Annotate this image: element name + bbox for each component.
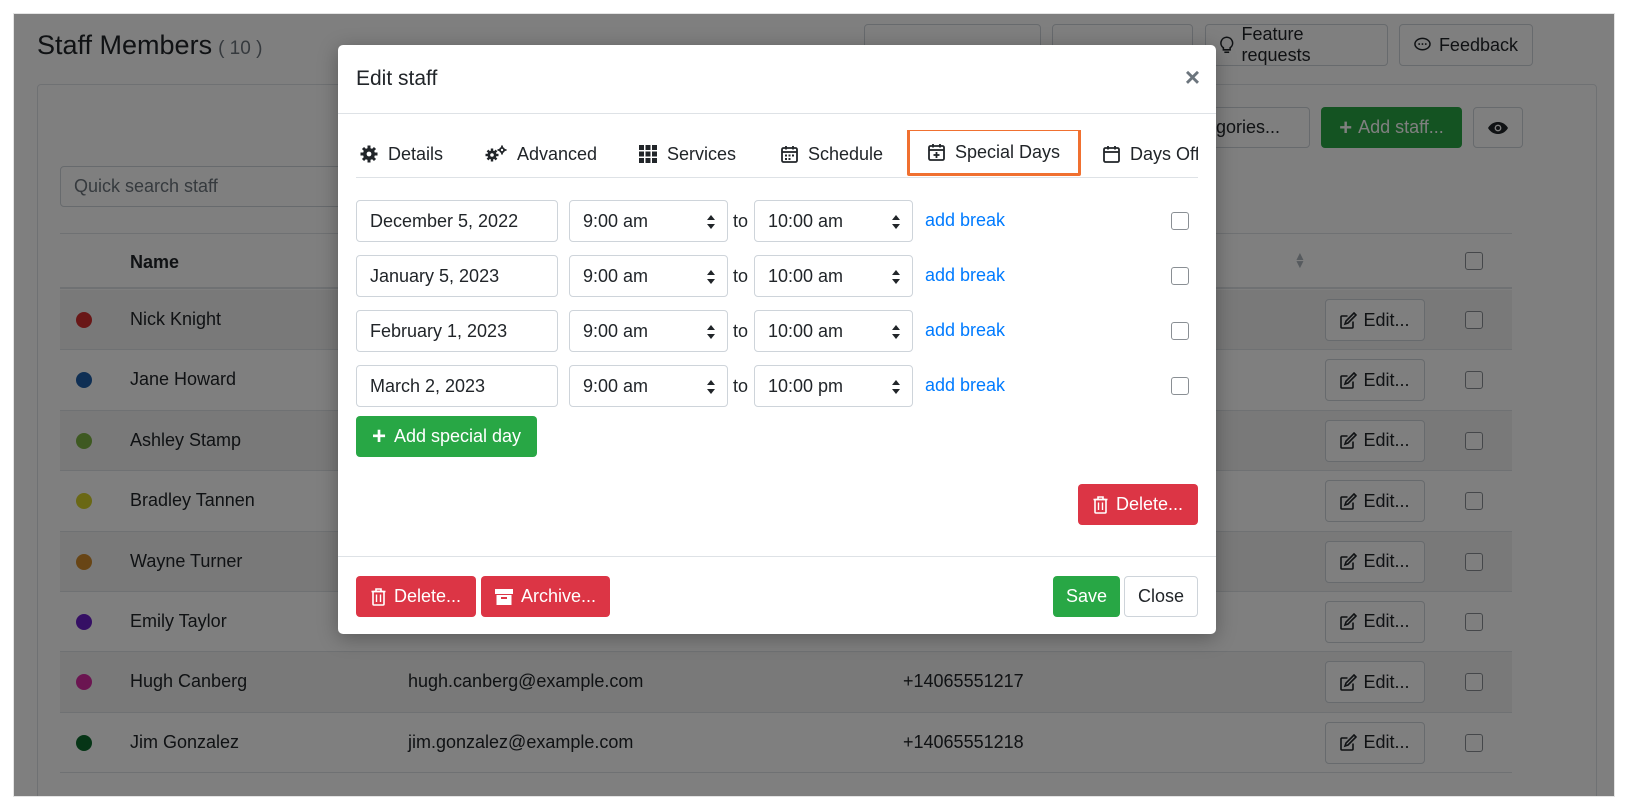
tab-days-off-label: Days Off xyxy=(1130,143,1198,164)
special-day-date-input[interactable]: March 2, 2023 xyxy=(356,365,558,407)
add-break-link[interactable]: add break xyxy=(925,210,1005,231)
special-day-checkbox[interactable] xyxy=(1171,267,1189,285)
end-time-select[interactable]: 10:00 am xyxy=(754,200,913,242)
end-time-value: 10:00 am xyxy=(768,320,844,341)
start-time-select[interactable]: 9:00 am xyxy=(569,365,728,407)
end-time-select[interactable]: 10:00 am xyxy=(754,310,913,352)
edit-staff-modal: Edit staff × Details Advanced Services S… xyxy=(338,45,1216,634)
delete-selected-label: Delete... xyxy=(1115,494,1184,514)
special-day-date-input[interactable]: February 1, 2023 xyxy=(356,310,558,352)
to-label: to xyxy=(733,376,749,396)
special-day-checkbox[interactable] xyxy=(1171,377,1189,395)
start-time-select[interactable]: 9:00 am xyxy=(569,255,728,297)
date-value: March 2, 2023 xyxy=(370,375,486,396)
tab-advanced-label: Advanced xyxy=(517,143,598,164)
end-time-value: 10:00 pm xyxy=(768,375,844,396)
grid-icon xyxy=(639,145,657,163)
start-time-value: 9:00 am xyxy=(583,210,649,231)
start-time-value: 9:00 am xyxy=(583,320,649,341)
add-special-day-label: Add special day xyxy=(393,426,522,446)
date-value: January 5, 2023 xyxy=(370,265,500,286)
special-day-row: February 1, 2023 9:00 am to 10:00 am add bre… xyxy=(356,310,1198,352)
archive-icon xyxy=(494,588,513,605)
save-button[interactable]: Save xyxy=(1053,576,1120,617)
gears-icon xyxy=(485,145,507,162)
calendar-plus-icon xyxy=(928,144,945,161)
to-label: to xyxy=(733,321,749,341)
delete-staff-button[interactable]: Delete... xyxy=(356,576,476,617)
select-caret-icon xyxy=(892,270,900,284)
tab-advanced[interactable]: Advanced xyxy=(485,130,597,178)
add-break-link[interactable]: add break xyxy=(925,265,1005,286)
special-day-date-input[interactable]: January 5, 2023 xyxy=(356,255,558,297)
special-day-checkbox[interactable] xyxy=(1171,212,1189,230)
delete-selected-days-button[interactable]: Delete... xyxy=(1078,484,1198,525)
add-break-link[interactable]: add break xyxy=(925,320,1005,341)
special-day-row: January 5, 2023 9:00 am to 10:00 am add brea… xyxy=(356,255,1198,297)
select-caret-icon xyxy=(707,325,715,339)
date-value: February 1, 2023 xyxy=(370,320,508,341)
calendar-icon xyxy=(781,146,798,163)
modal-title: Edit staff xyxy=(356,67,438,90)
start-time-value: 9:00 am xyxy=(583,265,649,286)
select-caret-icon xyxy=(707,270,715,284)
select-caret-icon xyxy=(707,380,715,394)
start-time-select[interactable]: 9:00 am xyxy=(569,310,728,352)
delete-staff-label: Delete... xyxy=(393,586,462,606)
special-day-checkbox[interactable] xyxy=(1171,322,1189,340)
select-caret-icon xyxy=(892,380,900,394)
add-special-day-button[interactable]: + Add special day xyxy=(356,416,537,457)
plus-icon: + xyxy=(371,422,386,450)
calendar-icon xyxy=(1103,146,1120,163)
end-time-value: 10:00 am xyxy=(768,265,844,286)
close-button[interactable]: Close xyxy=(1124,576,1198,617)
tab-schedule-label: Schedule xyxy=(808,143,884,164)
trash-icon xyxy=(371,587,386,606)
tab-details-label: Details xyxy=(388,143,444,164)
gear-icon xyxy=(360,145,378,163)
app-window: Staff Members( 10 ) Feature requests Fee… xyxy=(14,14,1614,796)
tab-details[interactable]: Details xyxy=(360,130,443,178)
trash-icon xyxy=(1093,495,1108,514)
modal-footer: Delete... Archive... Save Close xyxy=(338,556,1216,634)
modal-header: Edit staff xyxy=(338,45,1216,114)
tab-schedule[interactable]: Schedule xyxy=(781,130,883,178)
tab-special-days-label: Special Days xyxy=(955,141,1061,162)
close-label: Close xyxy=(1137,586,1185,606)
tab-days-off[interactable]: Days Off xyxy=(1103,130,1198,178)
modal-tabs: Details Advanced Services Schedule Speci… xyxy=(356,130,1198,178)
to-label: to xyxy=(733,211,749,231)
tab-services-label: Services xyxy=(667,143,737,164)
save-label: Save xyxy=(1065,586,1108,606)
special-day-row: March 2, 2023 9:00 am to 10:00 pm add break xyxy=(356,365,1198,407)
start-time-select[interactable]: 9:00 am xyxy=(569,200,728,242)
select-caret-icon xyxy=(892,325,900,339)
archive-staff-label: Archive... xyxy=(520,586,597,606)
end-time-select[interactable]: 10:00 pm xyxy=(754,365,913,407)
archive-staff-button[interactable]: Archive... xyxy=(481,576,610,617)
tab-services[interactable]: Services xyxy=(639,130,736,178)
special-day-date-input[interactable]: December 5, 2022 xyxy=(356,200,558,242)
select-caret-icon xyxy=(707,215,715,229)
close-icon[interactable]: × xyxy=(1185,64,1200,90)
special-day-row: December 5, 2022 9:00 am to 10:00 am add bre… xyxy=(356,200,1198,242)
add-break-link[interactable]: add break xyxy=(925,375,1005,396)
select-caret-icon xyxy=(892,215,900,229)
to-label: to xyxy=(733,266,749,286)
start-time-value: 9:00 am xyxy=(583,375,649,396)
tab-special-days[interactable]: Special Days xyxy=(907,130,1082,176)
date-value: December 5, 2022 xyxy=(370,210,519,231)
end-time-select[interactable]: 10:00 am xyxy=(754,255,913,297)
end-time-value: 10:00 am xyxy=(768,210,844,231)
